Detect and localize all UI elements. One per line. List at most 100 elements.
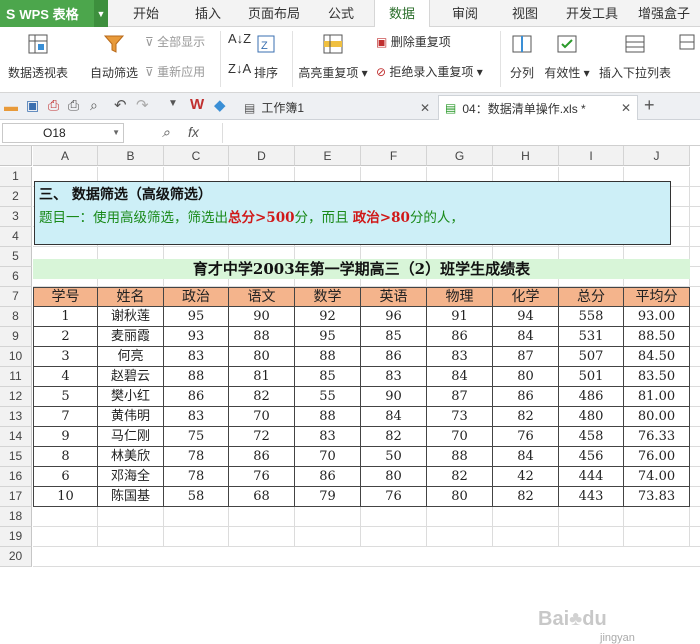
table-cell[interactable]: 88 [427, 447, 493, 467]
sort-asc-button[interactable]: A↓Z [228, 31, 251, 46]
table-cell[interactable]: 82 [493, 407, 559, 427]
table-cell[interactable]: 76 [493, 427, 559, 447]
export-pdf-icon[interactable]: ⎙ [48, 97, 59, 114]
row-header-16[interactable]: 16 [0, 467, 32, 487]
table-cell[interactable]: 2 [33, 327, 98, 347]
row-header-14[interactable]: 14 [0, 427, 32, 447]
table-cell[interactable]: 81.00 [624, 387, 690, 407]
table-header-cell[interactable]: 学号 [33, 287, 98, 307]
table-cell[interactable]: 赵碧云 [98, 367, 164, 387]
table-cell[interactable]: 96 [361, 307, 427, 327]
column-header-H[interactable]: H [493, 146, 559, 166]
table-cell[interactable]: 麦丽霞 [98, 327, 164, 347]
table-cell[interactable]: 73.83 [624, 487, 690, 507]
close-icon[interactable]: ✕ [420, 101, 430, 115]
table-cell[interactable]: 86 [361, 347, 427, 367]
table-cell[interactable]: 95 [164, 307, 229, 327]
row-header-6[interactable]: 6 [0, 267, 32, 287]
more-tools-icon[interactable] [678, 33, 696, 54]
row-header-1[interactable]: 1 [0, 167, 32, 187]
select-all-corner[interactable] [0, 146, 32, 166]
table-cell[interactable]: 456 [559, 447, 624, 467]
tab-review[interactable]: 审阅 [450, 0, 480, 27]
table-cell[interactable]: 80 [493, 367, 559, 387]
table-cell[interactable]: 邓海全 [98, 467, 164, 487]
table-cell[interactable]: 58 [164, 487, 229, 507]
table-cell[interactable]: 75 [164, 427, 229, 447]
row-header-4[interactable]: 4 [0, 227, 32, 247]
table-header-cell[interactable]: 化学 [493, 287, 559, 307]
row-header-7[interactable]: 7 [0, 287, 32, 307]
table-cell[interactable]: 88 [295, 347, 361, 367]
column-header-B[interactable]: B [98, 146, 164, 166]
table-cell[interactable]: 80.00 [624, 407, 690, 427]
row-header-17[interactable]: 17 [0, 487, 32, 507]
table-cell[interactable]: 9 [33, 427, 98, 447]
table-cell[interactable]: 86 [427, 327, 493, 347]
table-cell[interactable]: 80 [361, 467, 427, 487]
wps-w-icon[interactable]: W [190, 96, 204, 113]
table-cell[interactable]: 88 [229, 327, 295, 347]
table-cell[interactable]: 85 [361, 327, 427, 347]
row-header-11[interactable]: 11 [0, 367, 32, 387]
open-folder-icon[interactable]: ▬ [4, 98, 18, 114]
column-header-G[interactable]: G [427, 146, 493, 166]
table-cell[interactable]: 8 [33, 447, 98, 467]
table-cell[interactable]: 82 [493, 487, 559, 507]
pivot-table-button[interactable]: 数据透视表 [6, 33, 70, 81]
table-cell[interactable]: 84 [493, 447, 559, 467]
table-cell[interactable]: 10 [33, 487, 98, 507]
table-cell[interactable]: 86 [229, 447, 295, 467]
tab-data[interactable]: 数据 [374, 0, 430, 28]
remove-duplicates-button[interactable]: ▣ 删除重复项 [376, 33, 451, 50]
tab-formula[interactable]: 公式 [326, 0, 356, 27]
table-cell[interactable]: 樊小红 [98, 387, 164, 407]
show-all-button[interactable]: ⊽ 全部显示 [145, 33, 205, 50]
chevron-down-icon[interactable]: ▼ [168, 98, 178, 109]
table-cell[interactable]: 93 [164, 327, 229, 347]
table-cell[interactable]: 79 [295, 487, 361, 507]
table-cell[interactable]: 76.33 [624, 427, 690, 447]
print-preview-icon[interactable]: ⌕ [90, 97, 98, 114]
sort-button[interactable]: Z 排序 [252, 33, 280, 81]
table-cell[interactable]: 85 [295, 367, 361, 387]
tab-enhance-box[interactable]: 增强盒子 [636, 0, 692, 27]
table-cell[interactable]: 83 [295, 427, 361, 447]
table-cell[interactable]: 80 [229, 347, 295, 367]
table-cell[interactable]: 88 [295, 407, 361, 427]
column-header-I[interactable]: I [559, 146, 624, 166]
table-cell[interactable]: 陈国基 [98, 487, 164, 507]
fx-icon[interactable]: fx [188, 124, 199, 140]
table-cell[interactable]: 74.00 [624, 467, 690, 487]
table-cell[interactable]: 88 [164, 367, 229, 387]
table-cell[interactable]: 83 [164, 347, 229, 367]
table-cell[interactable]: 82 [427, 467, 493, 487]
table-cell[interactable]: 78 [164, 467, 229, 487]
table-cell[interactable]: 何亮 [98, 347, 164, 367]
table-header-cell[interactable]: 物理 [427, 287, 493, 307]
reject-duplicates-button[interactable]: ⊘ 拒绝录入重复项 ▾ [376, 63, 483, 80]
table-cell[interactable]: 486 [559, 387, 624, 407]
table-cell[interactable]: 83 [164, 407, 229, 427]
column-header-A[interactable]: A [33, 146, 98, 166]
column-header-C[interactable]: C [164, 146, 229, 166]
highlight-duplicates-button[interactable]: 高亮重复项 ▾ [298, 33, 368, 81]
zoom-icon[interactable]: ⌕ [162, 124, 170, 141]
tab-doc-active[interactable]: ▤ 04：数据清单操作.xls * ✕ [438, 95, 638, 120]
row-header-3[interactable]: 3 [0, 207, 32, 227]
autofilter-button[interactable]: 自动筛选 [88, 33, 140, 81]
table-cell[interactable]: 83 [361, 367, 427, 387]
formula-input[interactable] [222, 123, 698, 143]
table-cell[interactable]: 507 [559, 347, 624, 367]
table-header-cell[interactable]: 英语 [361, 287, 427, 307]
close-icon[interactable]: ✕ [621, 101, 631, 115]
row-header-9[interactable]: 9 [0, 327, 32, 347]
table-cell[interactable]: 84 [493, 327, 559, 347]
table-cell[interactable]: 4 [33, 367, 98, 387]
table-cell[interactable]: 87 [427, 387, 493, 407]
table-cell[interactable]: 90 [361, 387, 427, 407]
table-cell[interactable]: 7 [33, 407, 98, 427]
table-cell[interactable]: 70 [427, 427, 493, 447]
row-header-13[interactable]: 13 [0, 407, 32, 427]
print-icon[interactable]: ⎙ [68, 97, 79, 114]
